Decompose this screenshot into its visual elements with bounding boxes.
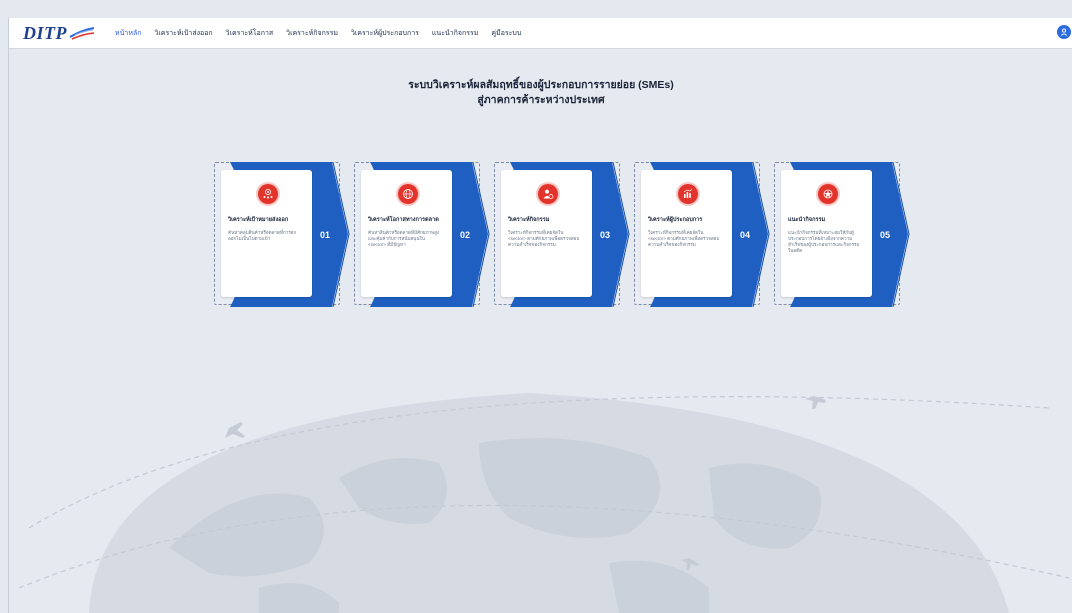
main-nav: หน้าหลัก วิเคราะห์เป้าส่งออก วิเคราะห์โอ… — [115, 18, 521, 48]
nav-entrepreneur[interactable]: วิเคราะห์ผู้ประกอบการ — [351, 28, 419, 39]
nav-activity[interactable]: วิเคราะห์กิจกรรม — [286, 28, 338, 39]
user-avatar[interactable] — [1057, 25, 1071, 39]
card-title: วิเคราะห์ผู้ประกอบการ — [648, 217, 703, 223]
top-navbar: DITP หน้าหลัก วิเคราะห์เป้าส่งออก วิเครา… — [9, 18, 1072, 49]
card-number: 03 — [600, 230, 611, 240]
card-title: วิเคราะห์กิจกรรม — [508, 217, 550, 223]
card-description: ค้นหาคลุ่มสินค้าหรือตลาดที่การส่งออกไม่เ… — [228, 230, 296, 241]
card-market-opportunity[interactable]: วิเคราะห์โอกาสทางการตลาด ค้นหาสินค้าหรือ… — [354, 162, 490, 307]
nav-export-target[interactable]: วิเคราะห์เป้าส่งออก — [154, 28, 212, 39]
card-body: วิเคราะห์กิจกรรม วิเคราะห์กิจกรรมที่เคยจ… — [501, 170, 592, 297]
card-body: วิเคราะห์โอกาสทางการตลาด ค้นหาสินค้าหรือ… — [361, 170, 452, 297]
globe-icon — [398, 184, 418, 204]
person-check-icon — [538, 184, 558, 204]
card-entrepreneur-analysis[interactable]: วิเคราะห์ผู้ประกอบการ วิเคราะห์กิจกรรมที… — [634, 162, 770, 307]
card-description: ค้นหาสินค้าหรือตลาดที่มีศักยภาพสูงและคุ้… — [368, 230, 440, 247]
ditp-logo[interactable]: DITP — [23, 22, 95, 44]
card-number: 01 — [320, 230, 331, 240]
recommend-icon — [818, 184, 838, 204]
card-body: แนะนำกิจกรรม แนะนำกิจกรรมที่เหมาะสมให้กั… — [781, 170, 872, 297]
card-number: 05 — [880, 230, 891, 240]
card-recommend-activity[interactable]: แนะนำกิจกรรม แนะนำกิจกรรมที่เหมาะสมให้กั… — [774, 162, 910, 307]
card-number: 02 — [460, 230, 471, 240]
nav-recommend[interactable]: แนะนำกิจกรรม — [432, 28, 478, 39]
card-description: วิเคราะห์กิจกรรมที่เคยจัดใน <sector> ตาม… — [648, 230, 720, 247]
chart-analysis-icon — [678, 184, 698, 204]
nav-manual[interactable]: คู่มือระบบ — [491, 28, 521, 39]
card-description: แนะนำกิจกรรมที่เหมาะสมให้กับผู้ประกอบการ… — [788, 230, 860, 253]
card-title: วิเคราะห์เป้าหมายส่งออก — [228, 217, 289, 223]
page-subtitle: สู่ภาคการค้าระหว่างประเทศ — [477, 94, 605, 106]
card-title: แนะนำกิจกรรม — [788, 217, 826, 223]
logo-swoosh-icon — [69, 27, 95, 40]
card-number: 04 — [740, 230, 751, 240]
world-map-background — [18, 393, 1070, 613]
card-body: วิเคราะห์ผู้ประกอบการ วิเคราะห์กิจกรรมที… — [641, 170, 732, 297]
nav-home[interactable]: หน้าหลัก — [115, 28, 141, 39]
user-icon — [1060, 28, 1068, 36]
app-frame: DITP หน้าหลัก วิเคราะห์เป้าส่งออก วิเครา… — [8, 18, 1072, 613]
card-export-target[interactable]: วิเคราะห์เป้าหมายส่งออก ค้นหาคลุ่มสินค้า… — [214, 162, 350, 307]
card-activity-analysis[interactable]: วิเคราะห์กิจกรรม วิเคราะห์กิจกรรมที่เคยจ… — [494, 162, 630, 307]
card-body: วิเคราะห์เป้าหมายส่งออก ค้นหาคลุ่มสินค้า… — [221, 170, 312, 297]
logo-text: DITP — [23, 22, 67, 43]
target-people-icon — [258, 184, 278, 204]
nav-opportunity[interactable]: วิเคราะห์โอกาส — [226, 28, 273, 39]
card-description: วิเคราะห์กิจกรรมที่เคยจัดใน <sector> ตาม… — [508, 230, 580, 247]
card-title: วิเคราะห์โอกาสทางการตลาด — [368, 217, 439, 223]
